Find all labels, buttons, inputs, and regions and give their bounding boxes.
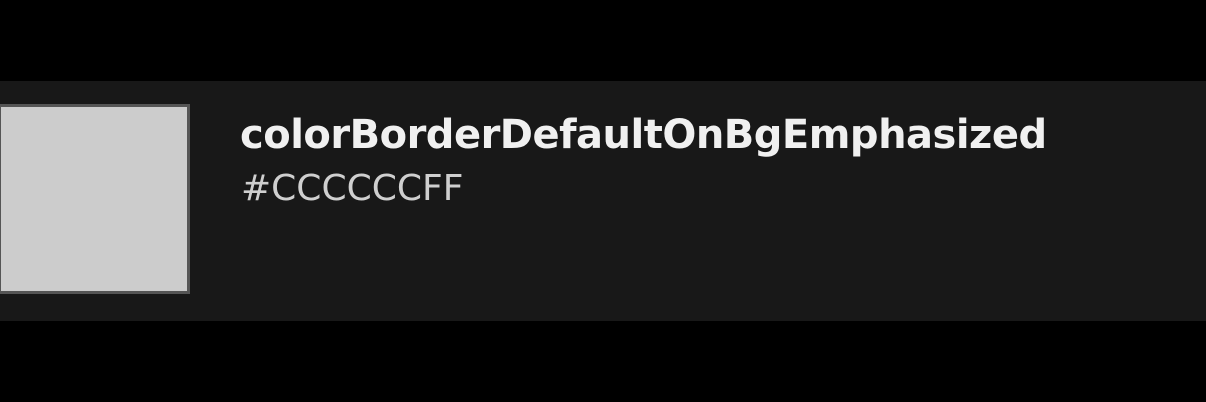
color-token-row: colorBorderDefaultOnBgEmphasized #CCCCCC… xyxy=(0,81,1206,321)
token-name: colorBorderDefaultOnBgEmphasized xyxy=(240,112,1047,158)
token-hex-value: #CCCCCCFF xyxy=(241,168,464,209)
color-swatch xyxy=(0,104,190,294)
